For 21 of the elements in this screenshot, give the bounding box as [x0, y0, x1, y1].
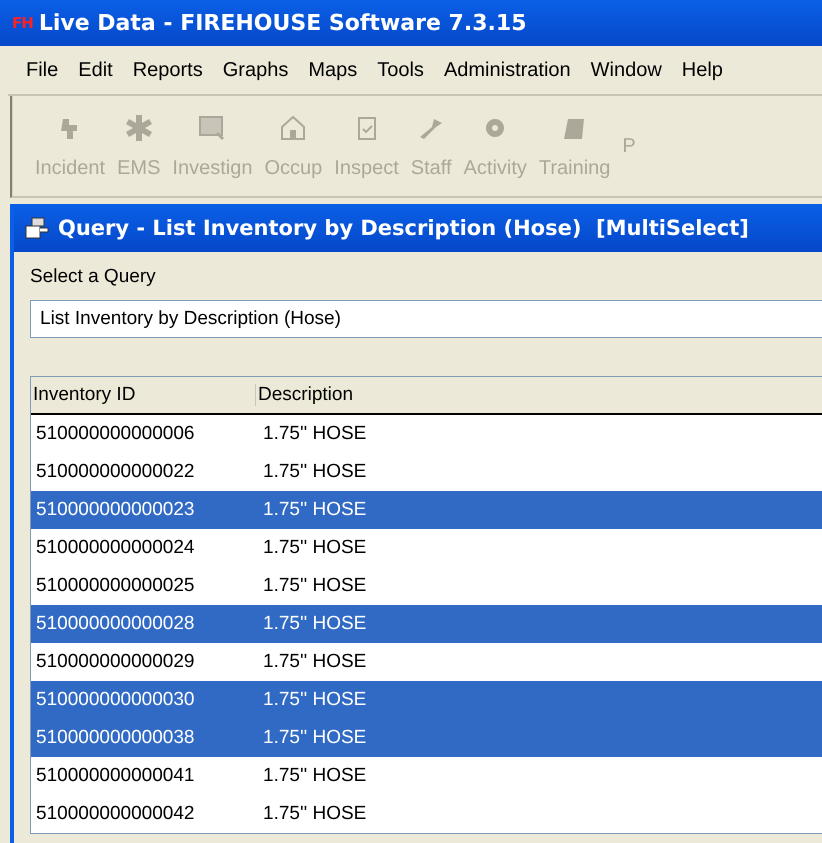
menu-item[interactable]: Administration [436, 58, 583, 82]
column-header[interactable]: Inventory ID [31, 384, 256, 406]
table-row[interactable]: 510000000000023 1.75'' HOSE [31, 491, 822, 529]
star-of-life-icon [124, 112, 154, 142]
table-row[interactable]: 510000000000028 1.75'' HOSE [31, 605, 822, 643]
menu-item[interactable]: Graphs [214, 58, 300, 82]
query-title: Query - List Inventory by Description (Hose) [MultiSelect] [58, 216, 749, 240]
app-logo: FH [12, 14, 33, 32]
menu-item[interactable]: Reports [124, 58, 215, 82]
menu-item[interactable]: Window [582, 58, 674, 82]
menu-item[interactable]: Edit [70, 58, 125, 82]
menu-item[interactable]: Tools [369, 58, 436, 82]
menu-item[interactable]: Maps [300, 58, 370, 82]
column-header[interactable]: Description [256, 384, 354, 406]
table-row[interactable]: 510000000000030 1.75'' HOSE [31, 681, 822, 719]
table-row[interactable]: 510000000000038 1.75'' HOSE [31, 719, 822, 757]
select-query-label: Select a Query [30, 266, 157, 288]
window-title: Live Data - FIREHOUSE Software 7.3.15 [38, 10, 526, 36]
menu-item[interactable]: File [18, 58, 70, 82]
menu-item[interactable]: Help [674, 58, 735, 82]
query-field[interactable]: List Inventory by Description (Hose) [30, 300, 822, 338]
